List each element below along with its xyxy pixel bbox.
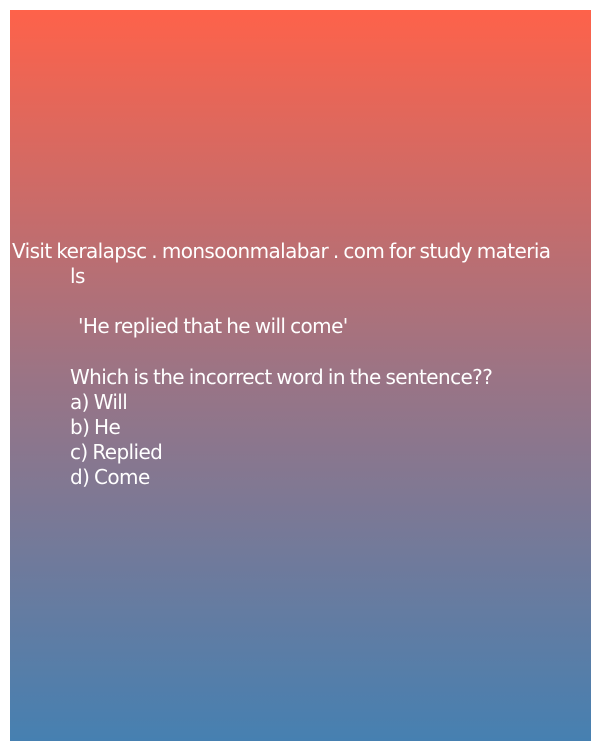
question-card: Visit keralapsc . monsoonmalabar . com f…: [10, 10, 591, 741]
option-c: c) Replied: [70, 440, 163, 464]
option-a: a) Will: [70, 390, 128, 414]
header-line-1: Visit keralapsc . monsoonmalabar . com f…: [12, 239, 551, 263]
question-text: Which is the incorrect word in the sente…: [70, 365, 493, 389]
option-d: d) Come: [70, 465, 150, 489]
option-b: b) He: [70, 415, 121, 439]
quoted-sentence: 'He replied that he will come': [78, 314, 348, 338]
header-line-2: ls: [70, 264, 85, 288]
